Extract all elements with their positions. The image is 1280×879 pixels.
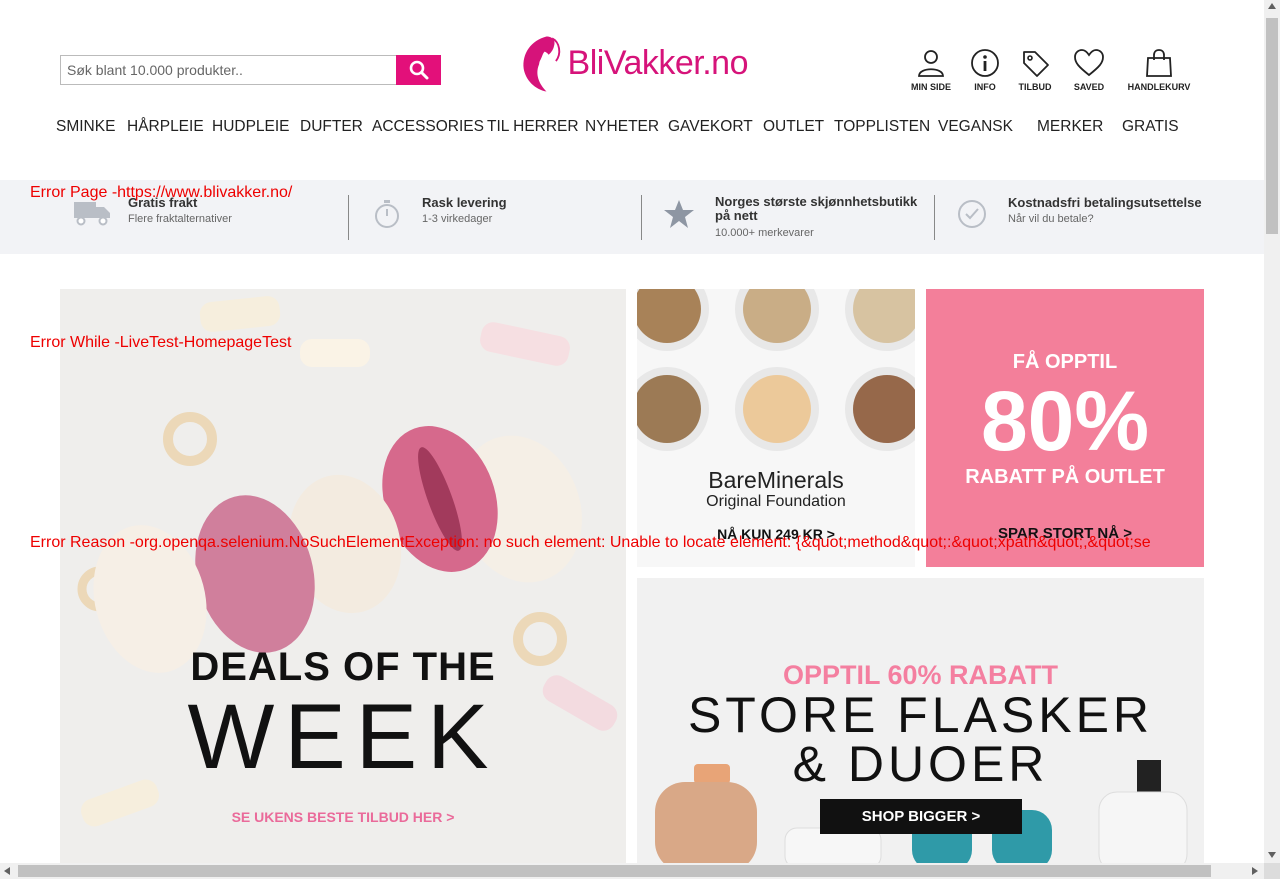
vertical-scrollbar[interactable]	[1264, 0, 1280, 863]
cart-label: HANDLEKURV	[1127, 82, 1191, 92]
bareminerals-product: Original Foundation	[706, 493, 846, 510]
nav-item-dufter[interactable]: DUFTER	[300, 118, 363, 136]
bareminerals-brand: BareMinerals	[708, 467, 844, 493]
usp-title: Rask levering	[422, 195, 507, 210]
nav-item-sminke[interactable]: SMINKE	[56, 118, 115, 136]
error-reason-text: Error Reason -org.openqa.selenium.NoSuch…	[30, 534, 1151, 551]
tag-icon	[1023, 51, 1049, 77]
horizontal-scroll-thumb[interactable]	[18, 865, 1211, 877]
saved-link[interactable]: SAVED	[1069, 48, 1109, 92]
shopping-bag-icon	[1146, 49, 1172, 77]
my-page-label: MIN SIDE	[910, 82, 951, 92]
vertical-scroll-thumb[interactable]	[1266, 18, 1278, 234]
usp-title: Norges største skjønnhetsbutikk på nett	[715, 194, 918, 223]
big-bottles-banner[interactable]: OPPTIL 60% RABATT STORE FLASKER & DUOER …	[637, 578, 1204, 863]
my-page-link[interactable]: MIN SIDE	[906, 48, 956, 92]
outlet-banner[interactable]: FÅ OPPTIL 80% RABATT PÅ OUTLET SPAR STOR…	[926, 289, 1204, 567]
shop-bigger-button[interactable]: SHOP BIGGER >	[820, 799, 1022, 834]
divider	[934, 195, 935, 240]
usp-fast-delivery: Rask levering 1-3 virkedager	[372, 180, 632, 254]
woman-silhouette-icon	[523, 36, 561, 92]
big-bottles-line2: & DUOER	[792, 736, 1049, 792]
nav-item-hudpleie[interactable]: HUDPLEIE	[212, 118, 290, 136]
usp-subtitle: 10.000+ merkevarer	[715, 227, 814, 239]
deals-cta[interactable]: SE UKENS BESTE TILBUD HER >	[60, 809, 626, 825]
truck-icon	[74, 202, 110, 226]
nav-item-merker[interactable]: MERKER	[1037, 118, 1103, 136]
error-while-text: Error While -LiveTest-HomepageTest	[30, 334, 292, 351]
nav-item-accessories[interactable]: ACCESSORIES	[372, 118, 484, 136]
nav-item-topplisten[interactable]: TOPPLISTEN	[834, 118, 930, 136]
nav-item-gratis[interactable]: GRATIS	[1122, 118, 1179, 136]
offers-label: TILBUD	[1018, 82, 1052, 92]
deals-heading: DEALS OF THE	[190, 645, 496, 689]
search-button[interactable]	[396, 55, 441, 85]
error-page-text: Error Page -https://www.blivakker.no/	[30, 184, 293, 201]
heart-icon	[1074, 49, 1104, 77]
outlet-sub-text: RABATT PÅ OUTLET	[965, 466, 1165, 488]
week-heading: WEEK	[187, 686, 499, 788]
scroll-up-arrow-icon[interactable]	[1268, 3, 1276, 9]
scroll-right-arrow-icon[interactable]	[1252, 867, 1258, 875]
outlet-percent: 80%	[980, 374, 1150, 468]
bareminerals-banner[interactable]: BareMinerals Original Foundation NÅ KUN …	[637, 289, 915, 567]
stopwatch-icon	[375, 200, 399, 228]
info-label: INFO	[974, 82, 996, 92]
usp-title: Kostnadsfri betalingsutsettelse	[1008, 195, 1202, 210]
usp-subtitle: 1-3 virkedager	[422, 213, 493, 225]
logo-text: BliVakker.no	[567, 43, 749, 82]
star-icon	[664, 200, 694, 228]
usp-subtitle: Flere fraktalternativer	[128, 213, 232, 225]
nav-item-nyheter[interactable]: NYHETER	[585, 118, 659, 136]
scroll-left-arrow-icon[interactable]	[4, 867, 10, 875]
nav-item-outlet[interactable]: OUTLET	[763, 118, 824, 136]
scroll-down-arrow-icon[interactable]	[1268, 852, 1276, 858]
usp-payment: Kostnadsfri betalingsutsettelse Når vil …	[956, 180, 1216, 254]
saved-label: SAVED	[1073, 82, 1105, 92]
usp-subtitle: Når vil du betale?	[1008, 213, 1094, 225]
usp-largest-store: Norges største skjønnhetsbutikk på nett …	[663, 180, 925, 254]
search-input[interactable]	[60, 55, 400, 85]
info-icon	[971, 49, 999, 77]
divider	[348, 195, 349, 240]
search-bar	[60, 55, 441, 85]
user-icon	[918, 50, 944, 77]
site-logo[interactable]: BliVakker.no	[518, 30, 749, 96]
offers-link[interactable]: TILBUD	[1015, 48, 1055, 92]
check-circle-icon	[958, 200, 986, 228]
horizontal-scrollbar[interactable]	[0, 863, 1264, 879]
cart-link[interactable]: HANDLEKURV	[1122, 48, 1196, 92]
nav-item-harpleie[interactable]: HÅRPLEIE	[127, 118, 204, 136]
info-link[interactable]: INFO	[965, 48, 1005, 92]
search-icon	[409, 60, 428, 80]
nav-item-vegansk[interactable]: VEGANSK	[938, 118, 1013, 136]
deals-of-the-week-banner[interactable]: DEALS OF THE WEEK SE UKENS BESTE TILBUD …	[60, 289, 626, 863]
nav-item-til-herrer[interactable]: TIL HERRER	[487, 118, 579, 136]
nav-item-gavekort[interactable]: GAVEKORT	[668, 118, 753, 136]
divider	[641, 195, 642, 240]
scrollbar-corner	[1264, 863, 1280, 879]
